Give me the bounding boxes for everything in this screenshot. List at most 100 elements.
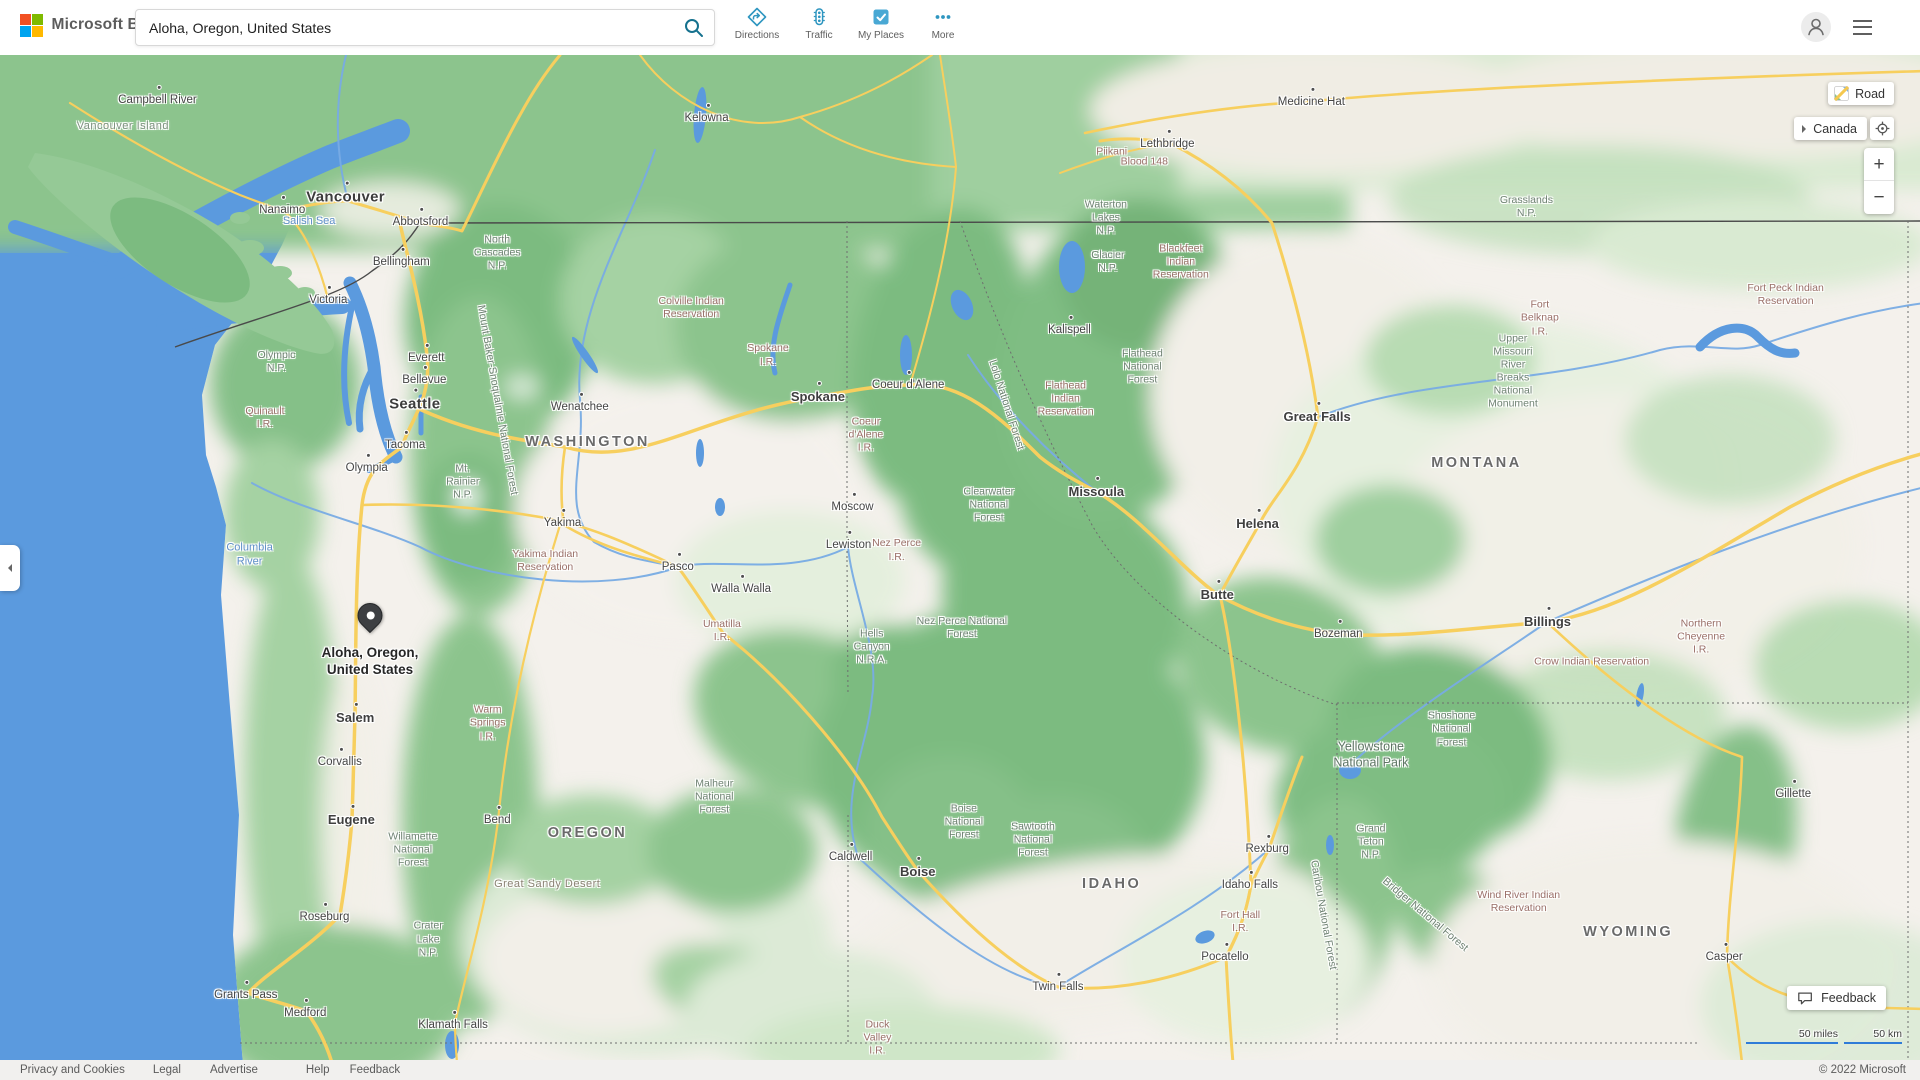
directions-icon [746,6,768,28]
map-label: Grants Pass [214,987,277,1001]
map-labels-layer: Campbell RiverVancouver IslandVancouverN… [0,55,1920,1060]
map-label: Boise National Forest [945,802,984,841]
map-scale: 50 miles 50 km [1746,1028,1902,1045]
map-label: Spokane [791,389,845,405]
map-label: Moscow [831,500,873,514]
map-label: Pocatello [1201,950,1248,964]
speech-bubble-icon [1797,990,1814,1006]
microsoft-logo-icon [20,14,43,37]
map-label: Billings [1524,614,1571,630]
map-label: Walla Walla [711,581,771,595]
map-label: Spokane I.R. [747,342,788,368]
map-label: WASHINGTON [525,433,650,451]
map-label: Piikani [1096,146,1127,159]
map-label: Caribou National Forest [1307,860,1339,971]
map-label: Everett [408,350,444,364]
chevron-right-icon [1802,125,1810,133]
locate-button[interactable] [1870,117,1894,140]
map-label: Great Falls [1284,409,1351,425]
map-label: Medicine Hat [1278,95,1345,109]
map-label: Victoria [309,293,347,307]
search-button[interactable] [674,10,714,45]
chevron-left-icon [4,564,12,572]
map-label: Mt. Rainier N.P. [446,462,479,501]
map-label: Bellevue [402,372,446,386]
search-input[interactable] [136,20,674,36]
map-label: Klamath Falls [418,1018,488,1032]
region-label: Canada [1813,122,1857,136]
directions-button[interactable]: Directions [733,6,781,41]
region-button[interactable]: Canada [1794,117,1867,140]
map-label: Great Sandy Desert [494,878,600,892]
account-avatar-button[interactable] [1801,12,1831,42]
map-label: Umatilla I.R. [703,618,741,644]
map-label: Salish Sea [283,215,336,229]
map-label: Sawtooth National Forest [1011,820,1055,859]
ellipsis-icon [932,6,954,28]
footer-link-help[interactable]: Help [306,1064,330,1076]
map-label: Casper [1706,950,1743,964]
mini-map-icon [1834,86,1849,101]
map-label: Yellowstone National Park [1333,740,1408,771]
map-label: Fort Peck Indian Reservation [1718,282,1852,308]
map-label: Flathead National Forest [1122,347,1163,386]
bing-maps-app: Microsoft Bing Directions [0,0,1920,1080]
map-toolbar: Directions Traffic My Places [733,6,967,41]
map-label: Salem [336,710,374,726]
map-style-label: Road [1855,87,1885,101]
map-label: Butte [1201,587,1234,603]
locate-icon [1873,119,1892,138]
map-label: Quinault I.R. [245,405,284,431]
map-label: Boise [900,864,935,880]
map-label: Gillette [1775,786,1811,800]
map-label: Vancouver [306,188,385,207]
footer-link-legal[interactable]: Legal [153,1064,181,1076]
magnifier-icon [683,17,705,39]
map-label: IDAHO [1082,875,1141,893]
map-label: Caldwell [829,850,872,864]
map-canvas[interactable]: Campbell RiverVancouver IslandVancouverN… [0,55,1920,1060]
footer-bar: Privacy and Cookies Legal Advertise Help… [0,1060,1920,1080]
zoom-controls: + − [1864,148,1894,214]
map-label: Lewiston [826,538,871,552]
zoom-in-button[interactable]: + [1864,148,1894,181]
sidebar-collapse-tab[interactable] [0,545,20,591]
hamburger-menu-button[interactable] [1849,16,1876,39]
map-pin[interactable] [357,603,382,628]
map-label: Rexburg [1245,842,1288,856]
map-label: Lolo National Forest [985,358,1027,451]
search-box [135,9,715,46]
map-label: Pasco [662,559,694,573]
map-label: Twin Falls [1032,979,1083,993]
map-label: Warm Springs I.R. [470,704,506,743]
traffic-button[interactable]: Traffic [795,6,843,41]
map-label: Duck Valley I.R. [864,1018,892,1057]
map-label: Tacoma [385,438,425,452]
map-feedback-button[interactable]: Feedback [1787,986,1886,1010]
zoom-out-button[interactable]: − [1864,181,1894,214]
my-places-button[interactable]: My Places [857,6,905,41]
footer-link-advertise[interactable]: Advertise [210,1064,258,1076]
more-button[interactable]: More [919,6,967,41]
map-label: Bend [484,813,511,827]
map-label: Waterton Lakes N.P. [1085,198,1127,237]
map-label: Coeur d'Alene [872,377,945,391]
map-label: Wenatchee [551,400,609,414]
pin-head-icon [352,598,387,633]
feedback-label: Feedback [1821,991,1876,1005]
footer-link-feedback[interactable]: Feedback [350,1064,401,1076]
map-style-button[interactable]: Road [1828,82,1894,105]
map-label: Hells Canyon N.R.A. [854,627,890,666]
footer-link-privacy[interactable]: Privacy and Cookies [20,1064,125,1076]
map-label: Missoula [1069,484,1125,500]
scale-miles-label: 50 miles [1799,1028,1838,1040]
map-label: Fort Belknap I.R. [1521,299,1559,338]
more-label: More [932,30,955,41]
map-label: Olympia [346,461,388,475]
map-label: Grasslands N.P. [1500,194,1553,220]
map-label: Crater Lake N.P. [414,920,443,959]
map-label: Malheur National Forest [695,777,734,816]
region-controls: Canada [1794,117,1894,140]
map-label: Lethbridge [1140,137,1194,151]
map-label: Yakima Indian Reservation [512,547,578,573]
